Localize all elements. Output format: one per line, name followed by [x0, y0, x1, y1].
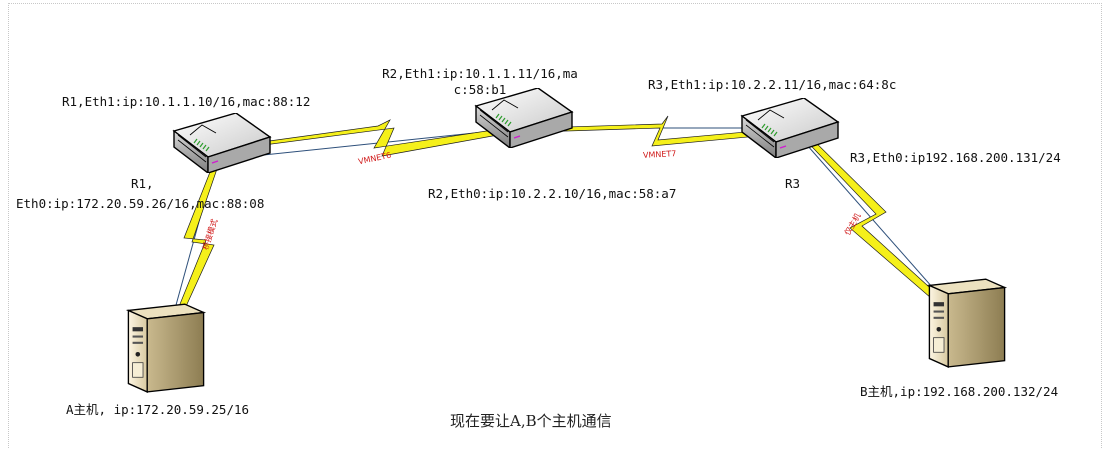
r3-eth0-label: R3,Eth0:ip192.168.200.131/24	[850, 150, 1061, 165]
r2-eth1-label: R2,Eth1:ip:10.1.1.11/16,mac:58:b1	[382, 66, 578, 97]
server-host-b[interactable]	[928, 278, 1006, 368]
host-b-label: B主机,ip:192.168.200.132/24	[860, 384, 1059, 399]
diagram-caption: 现在要让A,B个主机通信	[450, 412, 612, 430]
host-a-label: A主机, ip:172.20.59.25/16	[66, 402, 250, 417]
server-host-a[interactable]	[127, 303, 205, 393]
r3-name-label: R3	[785, 176, 801, 191]
router-r3[interactable]	[741, 98, 839, 158]
r2-eth0-label: R2,Eth0:ip:10.2.2.10/16,mac:58:a7	[428, 186, 677, 201]
r1-eth1-label: R1,Eth1:ip:10.1.1.10/16,mac:88:12	[62, 94, 311, 109]
router-r1[interactable]	[173, 113, 271, 173]
r1-name-label: R1,	[131, 176, 154, 191]
r1-eth0-label: Eth0:ip:172.20.59.26/16,mac:88:08	[16, 196, 265, 211]
r3-eth1-label: R3,Eth1:ip:10.2.2.11/16,mac:64:8c	[648, 77, 897, 92]
vmnet7-label: VMNET7	[642, 149, 677, 160]
